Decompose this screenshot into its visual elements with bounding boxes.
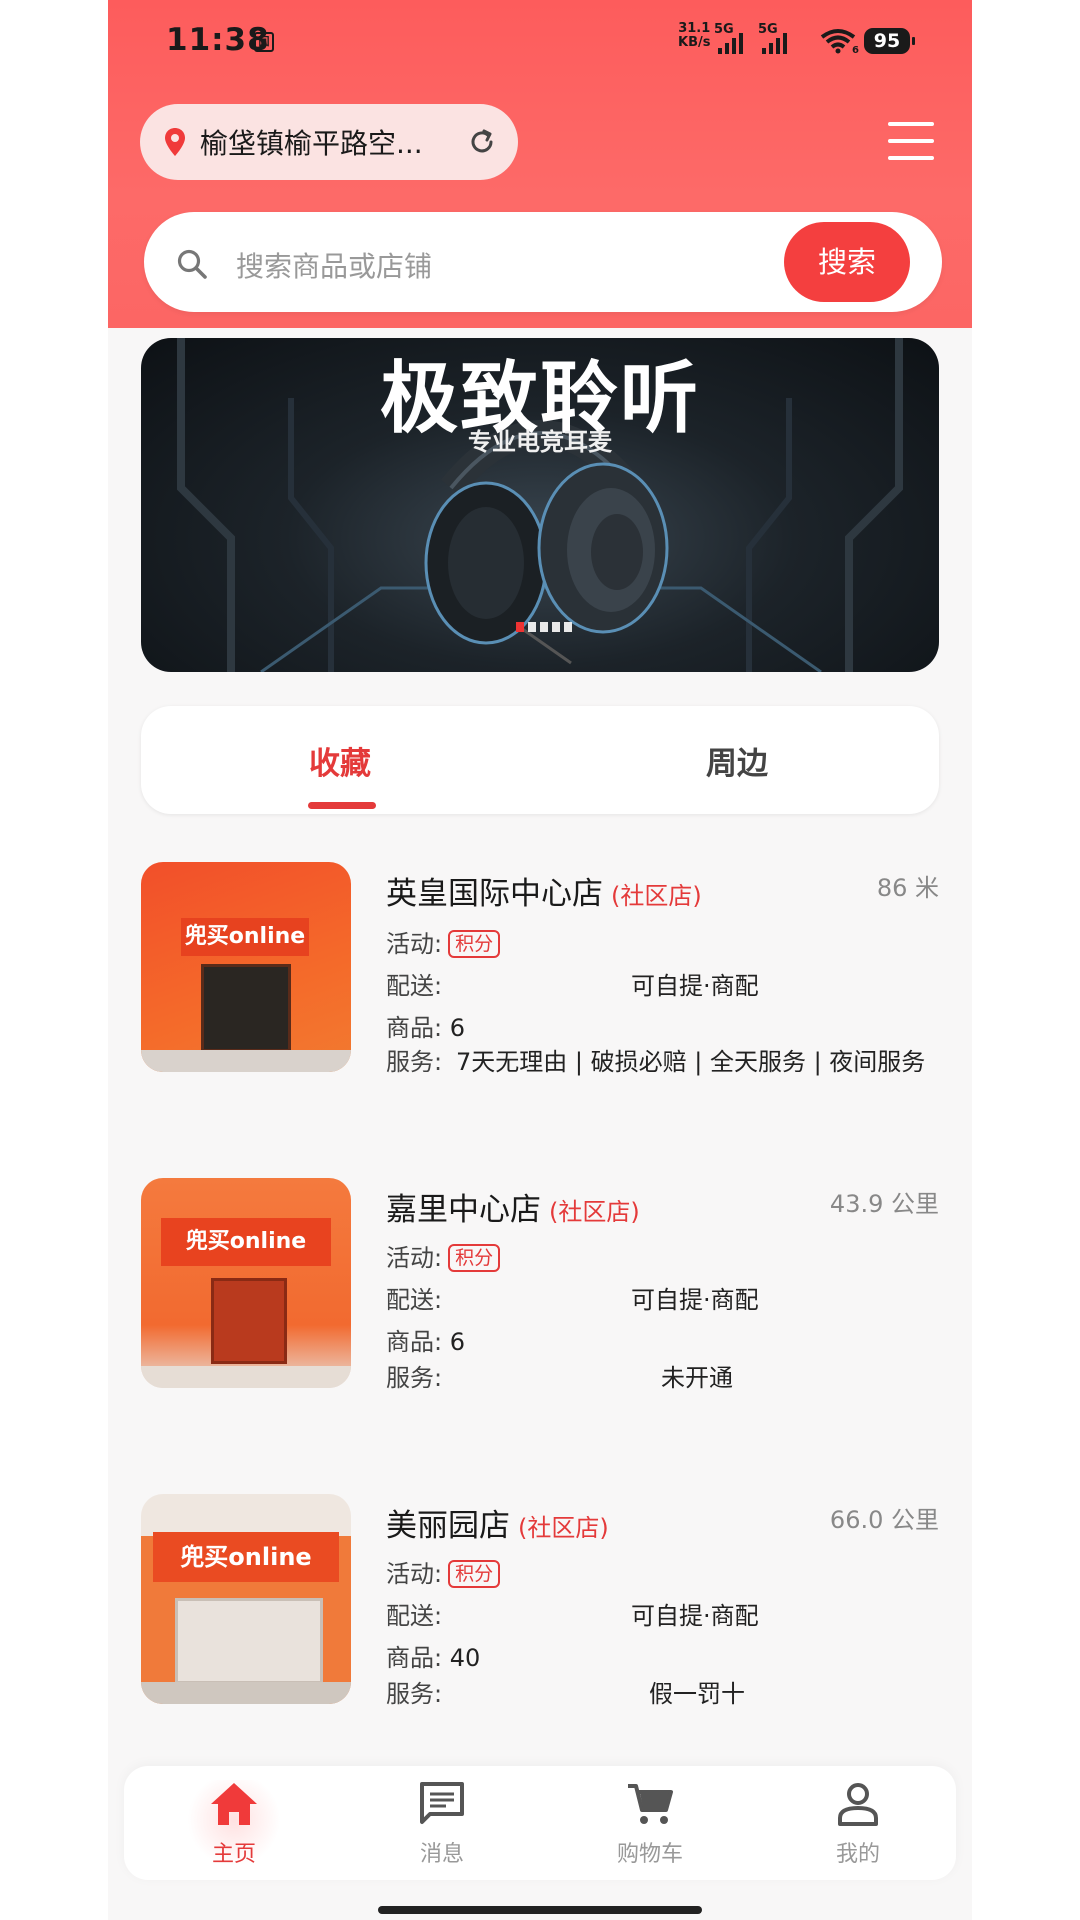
nav-home-label: 主页 — [211, 1842, 256, 1867]
store-distance: 86 米 — [876, 874, 939, 902]
status-bar: 11:38 回 31.1 KB/s 5G 5G 6 95 — [108, 0, 972, 80]
search-button[interactable]: 搜索 — [784, 222, 910, 302]
tab-nearby[interactable]: 周边 — [706, 738, 768, 783]
service-value: 假一罚十 — [649, 1680, 745, 1708]
store-card[interactable]: 兜买online 嘉里中心店 (社区店) 43.9 公里 活动: 积分 配送: 可自… — [141, 1178, 939, 1398]
hamburger-menu-icon[interactable] — [888, 122, 934, 160]
search-input[interactable]: 搜索商品或店铺 — [236, 245, 432, 285]
nav-profile[interactable]: 我的 — [798, 1780, 918, 1868]
banner-dot[interactable] — [540, 622, 548, 632]
banner-pagination — [516, 622, 572, 632]
nav-profile-label: 我的 — [835, 1842, 880, 1867]
banner-dot[interactable] — [528, 622, 536, 632]
banner-subtitle: 专业电竞耳麦 — [468, 428, 612, 456]
store-name-text: 美丽园店 — [386, 1508, 510, 1544]
goods-count: 40 — [449, 1644, 481, 1672]
message-icon — [420, 1782, 464, 1824]
home-indicator[interactable] — [378, 1906, 702, 1914]
store-tabs: 收藏 周边 — [141, 706, 939, 814]
delivery-label: 配送: — [386, 972, 443, 1000]
cart-icon — [628, 1784, 673, 1824]
service-label: 服务: — [386, 1048, 443, 1076]
activity-label: 活动: — [386, 930, 443, 958]
location-pin-icon — [165, 128, 185, 156]
nav-cart-label: 购物车 — [616, 1842, 683, 1867]
points-badge: 积分 — [448, 1560, 501, 1588]
battery-indicator: 95 — [864, 28, 915, 54]
store-name: 英皇国际中心店 (社区店) — [386, 868, 702, 913]
service-value: 7天无理由 | 破损必赔 | 全天服务 | 夜间服务 — [456, 1048, 926, 1076]
store-distance: 66.0 公里 — [829, 1506, 939, 1534]
profile-icon — [838, 1783, 878, 1826]
wifi-icon: 6 — [820, 29, 859, 54]
nav-home[interactable]: 主页 — [174, 1780, 294, 1868]
signal-2-icon: 5G — [758, 22, 794, 54]
goods-row: 商品: 6 — [386, 1322, 465, 1357]
banner-dot[interactable] — [564, 622, 572, 632]
delivery-label: 配送: — [386, 1602, 443, 1630]
activity-row: 活动: 积分 — [386, 924, 501, 959]
delivery-value: 可自提·商配 — [631, 1286, 759, 1314]
activity-label: 活动: — [386, 1244, 443, 1272]
points-badge: 积分 — [448, 930, 501, 958]
service-label: 服务: — [386, 1680, 443, 1708]
delivery-value: 可自提·商配 — [631, 1602, 759, 1630]
nav-messages-label: 消息 — [419, 1842, 464, 1867]
active-tab-indicator — [308, 802, 376, 809]
store-name-text: 嘉里中心店 — [386, 1192, 541, 1228]
store-thumbnail: 兜买online — [141, 862, 351, 1072]
location-selector[interactable]: 榆垡镇榆平路空... — [140, 104, 518, 180]
wifi-label: 6 — [852, 45, 859, 54]
sim-icon: 回 — [254, 32, 274, 52]
delivery-label: 配送: — [386, 1286, 443, 1314]
service-value: 未开通 — [661, 1364, 733, 1392]
points-badge: 积分 — [448, 1244, 501, 1272]
home-icon — [211, 1783, 257, 1825]
banner-dot[interactable] — [516, 622, 524, 632]
store-kind: (社区店) — [611, 882, 702, 910]
header: 11:38 回 31.1 KB/s 5G 5G 6 95 榆垡镇榆平路空... … — [108, 0, 972, 328]
store-sign: 兜买online — [161, 1218, 331, 1266]
goods-label: 商品: — [386, 1014, 443, 1042]
delivery-value: 可自提·商配 — [631, 972, 759, 1000]
store-sign: 兜买online — [153, 1532, 339, 1582]
network-speed-value: 31.1 — [678, 21, 711, 36]
tab-favorites[interactable]: 收藏 — [309, 738, 371, 783]
bottom-navigation: 主页 消息 购物车 我的 — [124, 1766, 956, 1880]
store-distance: 43.9 公里 — [829, 1190, 939, 1218]
location-text: 榆垡镇榆平路空... — [200, 127, 423, 160]
signal-1-icon: 5G — [714, 22, 750, 54]
store-sign: 兜买online — [181, 918, 309, 956]
store-name: 嘉里中心店 (社区店) — [386, 1184, 640, 1229]
store-name: 美丽园店 (社区店) — [386, 1500, 609, 1545]
banner-dot[interactable] — [552, 622, 560, 632]
activity-row: 活动: 积分 — [386, 1238, 501, 1273]
nav-messages[interactable]: 消息 — [382, 1780, 502, 1868]
goods-count: 6 — [449, 1014, 466, 1042]
store-card[interactable]: 兜买online 英皇国际中心店 (社区店) 86 米 活动: 积分 配送: 可自提… — [141, 862, 939, 1082]
store-thumbnail: 兜买online — [141, 1494, 351, 1704]
nav-cart[interactable]: 购物车 — [590, 1780, 710, 1868]
store-kind: (社区店) — [518, 1514, 609, 1542]
goods-count: 6 — [449, 1328, 466, 1356]
store-kind: (社区店) — [549, 1198, 640, 1226]
network-speed-unit: KB/s — [678, 35, 711, 50]
goods-row: 商品: 40 — [386, 1638, 480, 1673]
activity-row: 活动: 积分 — [386, 1554, 501, 1589]
network-speed: 31.1 KB/s — [678, 22, 710, 50]
store-card[interactable]: 兜买online 美丽园店 (社区店) 66.0 公里 活动: 积分 配送: 可自提… — [141, 1494, 939, 1714]
promo-banner[interactable]: 极致聆听 专业电竞耳麦 — [141, 338, 939, 672]
store-name-text: 英皇国际中心店 — [386, 876, 603, 912]
store-thumbnail: 兜买online — [141, 1178, 351, 1388]
goods-label: 商品: — [386, 1328, 443, 1356]
goods-label: 商品: — [386, 1644, 443, 1672]
service-label: 服务: — [386, 1364, 443, 1392]
activity-label: 活动: — [386, 1560, 443, 1588]
goods-row: 商品: 6 — [386, 1008, 465, 1043]
search-bar: 搜索商品或店铺 搜索 — [144, 212, 942, 312]
app-screen: 11:38 回 31.1 KB/s 5G 5G 6 95 榆垡镇榆平路空... … — [108, 0, 972, 1920]
refresh-icon[interactable] — [466, 126, 498, 158]
search-icon — [177, 249, 207, 279]
